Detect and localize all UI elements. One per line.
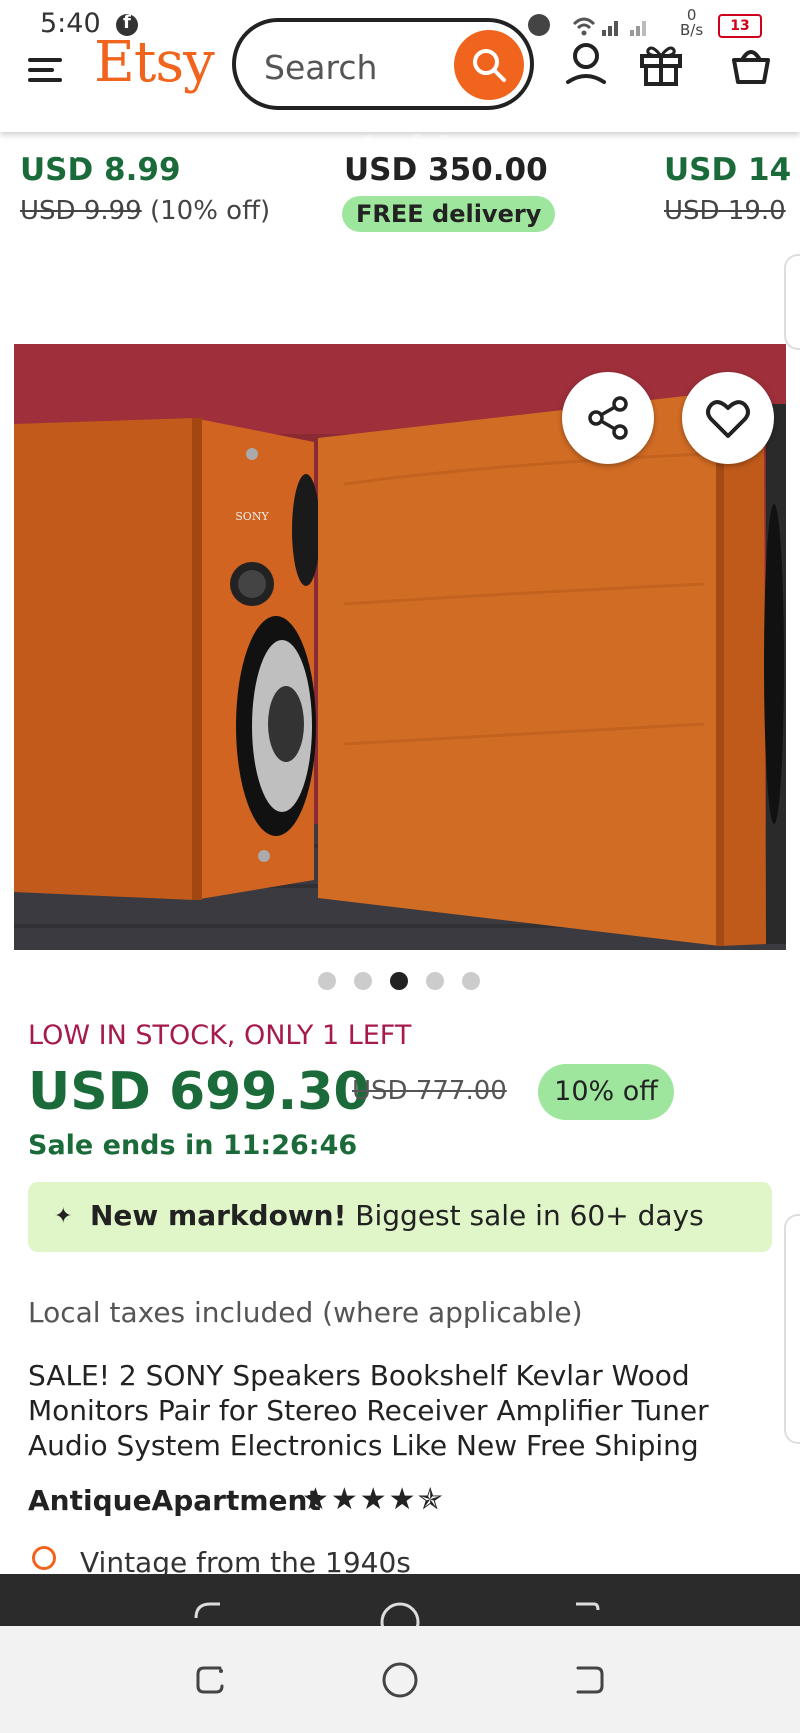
taxes-note: Local taxes included (where applicable)	[28, 1296, 583, 1329]
account-icon[interactable]	[564, 42, 608, 92]
heart-icon	[706, 400, 750, 438]
recommendation-original-price: USD 9.99 (10% off)	[20, 196, 270, 226]
search-input[interactable]	[262, 46, 446, 88]
markdown-banner: ✦ New markdown! Biggest sale in 60+ days	[28, 1182, 772, 1252]
listing-price: USD 699.30	[28, 1062, 370, 1122]
cart-icon[interactable]	[728, 42, 774, 92]
markdown-highlight: New markdown!	[90, 1199, 347, 1232]
product-image[interactable]: SONY	[14, 344, 786, 950]
carousel-dot-active[interactable]	[390, 972, 408, 990]
close-icon[interactable]: ✕	[56, 134, 86, 169]
carousel-dot[interactable]	[354, 972, 372, 990]
carousel-dot[interactable]	[318, 972, 336, 990]
free-delivery-badge: FREE delivery	[342, 196, 556, 232]
recent-apps-icon[interactable]	[190, 1660, 230, 1700]
system-navigation-bar	[0, 1626, 800, 1733]
search-button[interactable]	[454, 30, 524, 100]
rating-stars[interactable]: ★★★★✯	[302, 1482, 445, 1517]
search-icon	[473, 49, 506, 82]
search-bar[interactable]	[232, 18, 534, 110]
etsy-logo[interactable]: Etsy	[94, 30, 215, 95]
app-header: 5:40 0 B/s 13 Etsy	[0, 0, 800, 132]
markdown-detail: Biggest sale in 60+ days	[346, 1199, 704, 1232]
discount-badge: 10% off	[538, 1064, 674, 1120]
recommendation-price[interactable]: USD 8.99	[20, 152, 181, 188]
markdown-text: New markdown! Biggest sale in 60+ days	[90, 1199, 704, 1232]
speaker-brand-logo: SONY	[235, 510, 269, 523]
side-panel-handle[interactable]	[784, 1214, 800, 1444]
carousel-dot[interactable]	[426, 972, 444, 990]
recommendation-price[interactable]: USD 14	[664, 152, 791, 188]
sale-countdown: Sale ends in 11:26:46	[28, 1130, 358, 1161]
carousel-dots	[318, 970, 482, 990]
alarm-icon	[528, 14, 550, 36]
favorite-button[interactable]	[682, 372, 774, 464]
vintage-info: Vintage from the 1940s	[28, 1546, 528, 1574]
back-icon[interactable]	[570, 1660, 610, 1700]
stock-notice: LOW IN STOCK, ONLY 1 LEFT	[28, 1020, 412, 1051]
home-icon[interactable]	[380, 1660, 420, 1700]
signal-strength-icon	[570, 12, 670, 43]
strikethrough-price: USD 19.0	[664, 196, 786, 226]
share-icon	[588, 396, 628, 440]
image-counter: 4 of 4	[356, 130, 453, 165]
network-speed: 0 B/s	[680, 8, 703, 38]
listing-original-price: USD 777.00	[352, 1076, 507, 1106]
battery-icon: 13	[718, 14, 762, 38]
share-button[interactable]	[562, 372, 654, 464]
recommendation-discount: (10% off)	[149, 196, 271, 226]
listing-title: SALE! 2 SONY Speakers Bookshelf Kevlar W…	[28, 1359, 709, 1462]
carousel-dot[interactable]	[462, 972, 480, 990]
ghost-nav-icons	[194, 1602, 600, 1626]
sparkle-icon: ✦	[54, 1204, 73, 1229]
hamburger-menu-icon[interactable]	[28, 58, 62, 82]
gift-icon[interactable]	[638, 42, 684, 92]
status-time: 5:40	[40, 8, 101, 39]
ghost-navigation-bar	[0, 1574, 800, 1626]
recommendation-original-price: USD 19.0	[664, 196, 786, 226]
clock-icon	[32, 1546, 56, 1570]
network-speed-unit: B/s	[680, 21, 704, 39]
vintage-label: Vintage from the 1940s	[80, 1546, 411, 1574]
side-panel-handle[interactable]	[784, 254, 800, 350]
strikethrough-price: USD 9.99	[20, 196, 142, 226]
shop-name-link[interactable]: AntiqueApartment	[28, 1484, 321, 1517]
